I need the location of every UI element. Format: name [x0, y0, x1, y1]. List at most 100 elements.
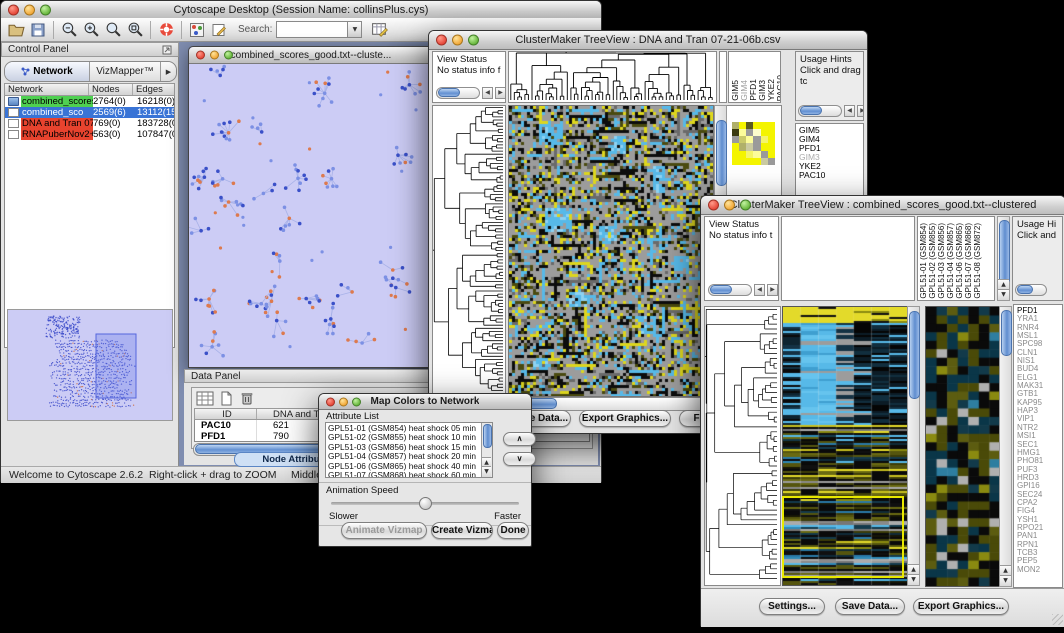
close-button[interactable] [8, 4, 19, 15]
tv2-zoom-scrollbar[interactable]: ▲ ▼ [999, 306, 1012, 587]
tv1-view-status-panel: View StatusNo status info f ◀▶ [432, 51, 506, 103]
tv2-column-label: GPL51-06 (GSM865) [956, 223, 964, 299]
open-session-button[interactable] [5, 20, 27, 40]
zoom-fit-button[interactable] [124, 20, 146, 40]
tv2-labels-scrollbar[interactable]: ▲ ▼ [997, 216, 1010, 301]
attribute-list-item[interactable]: GPL51-07 (GSM868) heat shock 60 min [326, 471, 480, 478]
network-list-item[interactable]: DNA and Tran 07769(0)183728(0) [5, 118, 174, 129]
data-panel-title: Data Panel [191, 371, 240, 382]
lifesaver-icon [158, 21, 175, 38]
tv1-main-heatmap[interactable] [508, 105, 714, 397]
tv2-settings-button[interactable]: Settings... [759, 598, 825, 615]
tv2-usage-scrollbar[interactable] [1015, 284, 1047, 296]
tv1-row-dendrogram[interactable] [432, 105, 506, 395]
zoom-button[interactable] [740, 200, 751, 211]
network-window-titlebar[interactable]: combined_scores_good.txt--cluste... [189, 47, 433, 64]
network-list-item[interactable]: RNAPuberNov2+563(0)107847(0) [5, 129, 174, 140]
tv1-zoom-cell [739, 151, 746, 158]
close-button[interactable] [326, 397, 335, 406]
tab-network[interactable]: Network [5, 62, 90, 81]
attribute-list[interactable]: GPL51-01 (GSM854) heat shock 05 minGPL51… [325, 422, 493, 478]
treeview1-titlebar[interactable]: ClusterMaker TreeView : DNA and Tran 07-… [429, 31, 867, 50]
treeview2-titlebar[interactable]: ClusterMaker TreeView : combined_scores_… [701, 196, 1064, 215]
minimize-button[interactable] [24, 4, 35, 15]
zoom-out-icon [61, 21, 78, 38]
attribute-browser-button[interactable] [368, 20, 390, 40]
zoom-button[interactable] [352, 397, 361, 406]
dialog-titlebar[interactable]: Map Colors to Network [319, 394, 531, 410]
help-button[interactable] [155, 20, 177, 40]
float-panel-icon[interactable] [162, 45, 172, 55]
network-list-item[interactable]: combined_sco2569(6)13112(15) [5, 107, 174, 118]
close-button[interactable] [708, 200, 719, 211]
zoom-selected-button[interactable] [102, 20, 124, 40]
vizmapper-button[interactable] [186, 20, 208, 40]
network-window: combined_scores_good.txt--cluste... [188, 46, 434, 368]
move-down-button[interactable]: ∨ [503, 452, 536, 466]
tv1-zoom-cell [761, 158, 768, 165]
search-dropdown-button[interactable]: ▼ [348, 21, 362, 38]
document-icon [219, 391, 234, 406]
birdseye-view[interactable] [7, 309, 173, 421]
close-button[interactable] [196, 51, 205, 60]
create-vizmap-button[interactable]: Create Vizmap [431, 522, 493, 539]
column-header-network[interactable]: Network [5, 84, 89, 95]
tv2-column-label: GPL51-03 (GSM856) [938, 223, 946, 299]
tv1-zoom-cell [746, 136, 753, 143]
tv1-column-dendrogram[interactable] [508, 51, 717, 103]
zoom-in-button[interactable] [80, 20, 102, 40]
tv1-zoom-cell [746, 122, 753, 129]
tv2-vscrollbar[interactable]: ▲ ▼ [907, 306, 920, 586]
zoom-out-button[interactable] [58, 20, 80, 40]
slider-thumb[interactable] [419, 497, 432, 510]
tv2-export-graphics-button[interactable]: Export Graphics... [913, 598, 1009, 615]
search-input[interactable] [276, 21, 348, 38]
tv1-zoom-cell [753, 122, 760, 129]
minimize-button[interactable] [210, 51, 219, 60]
zoom-button[interactable] [40, 4, 51, 15]
move-up-button[interactable]: ∧ [503, 432, 536, 446]
column-header-nodes[interactable]: Nodes [89, 84, 133, 95]
animate-vizmap-button[interactable]: Animate Vizmap [341, 522, 427, 539]
tv1-status-scrollbar[interactable]: ◀▶ [436, 87, 506, 99]
status-hint-zoom: Right-click + drag to ZOOM [149, 469, 277, 481]
tv2-status-scrollbar[interactable]: ◀▶ [708, 284, 778, 296]
network-list-item[interactable]: combined_scores2764(0)16218(0) [5, 96, 174, 107]
toolbar-separator [53, 21, 54, 39]
tv2-row-dendrogram[interactable] [704, 306, 781, 586]
main-titlebar[interactable]: Cytoscape Desktop (Session Name: collins… [1, 1, 601, 19]
done-button[interactable]: Done [497, 522, 529, 539]
tv2-zoom-heatmap[interactable] [925, 306, 1001, 587]
close-button[interactable] [436, 35, 447, 46]
tv1-hscrollbar[interactable] [508, 397, 727, 411]
minimize-button[interactable] [339, 397, 348, 406]
attribute-list-scrollbar[interactable]: ▲ ▼ [481, 423, 492, 477]
network-graph-view[interactable] [189, 64, 431, 366]
tab-overflow-button[interactable]: ▶ [161, 62, 176, 81]
tv2-main-heatmap[interactable] [782, 306, 908, 586]
tv1-zoom-cell [768, 143, 775, 150]
zoom-button[interactable] [224, 51, 233, 60]
resize-grip[interactable] [1052, 614, 1063, 625]
scrollbar-thumb[interactable] [483, 424, 492, 448]
save-session-button[interactable] [27, 20, 49, 40]
tv1-column-label: GIM5 [731, 80, 739, 101]
annotation-button[interactable] [208, 20, 230, 40]
tv1-splitter[interactable] [719, 51, 727, 103]
dialog-title: Map Colors to Network [371, 396, 480, 407]
animation-speed-slider[interactable] [331, 502, 519, 505]
tv1-export-graphics-button[interactable]: Export Graphics... [579, 410, 671, 427]
column-header-edges[interactable]: Edges [133, 84, 174, 95]
tv2-save-data-button[interactable]: Save Data... [835, 598, 905, 615]
tv1-zoom-cell [768, 151, 775, 158]
minimize-button[interactable] [724, 200, 735, 211]
tab-vizmapper[interactable]: VizMapper™ [90, 62, 161, 81]
toolbar-separator [150, 21, 151, 39]
data-column-id[interactable]: ID [195, 409, 257, 419]
minimize-button[interactable] [452, 35, 463, 46]
tv2-column-dendrogram-empty[interactable] [781, 216, 915, 301]
tv1-zoom-heatmap[interactable] [732, 122, 775, 165]
zoom-button[interactable] [468, 35, 479, 46]
tv1-usage-scrollbar[interactable]: ◀▶ [798, 105, 864, 117]
tv1-zoom-cell [739, 129, 746, 136]
